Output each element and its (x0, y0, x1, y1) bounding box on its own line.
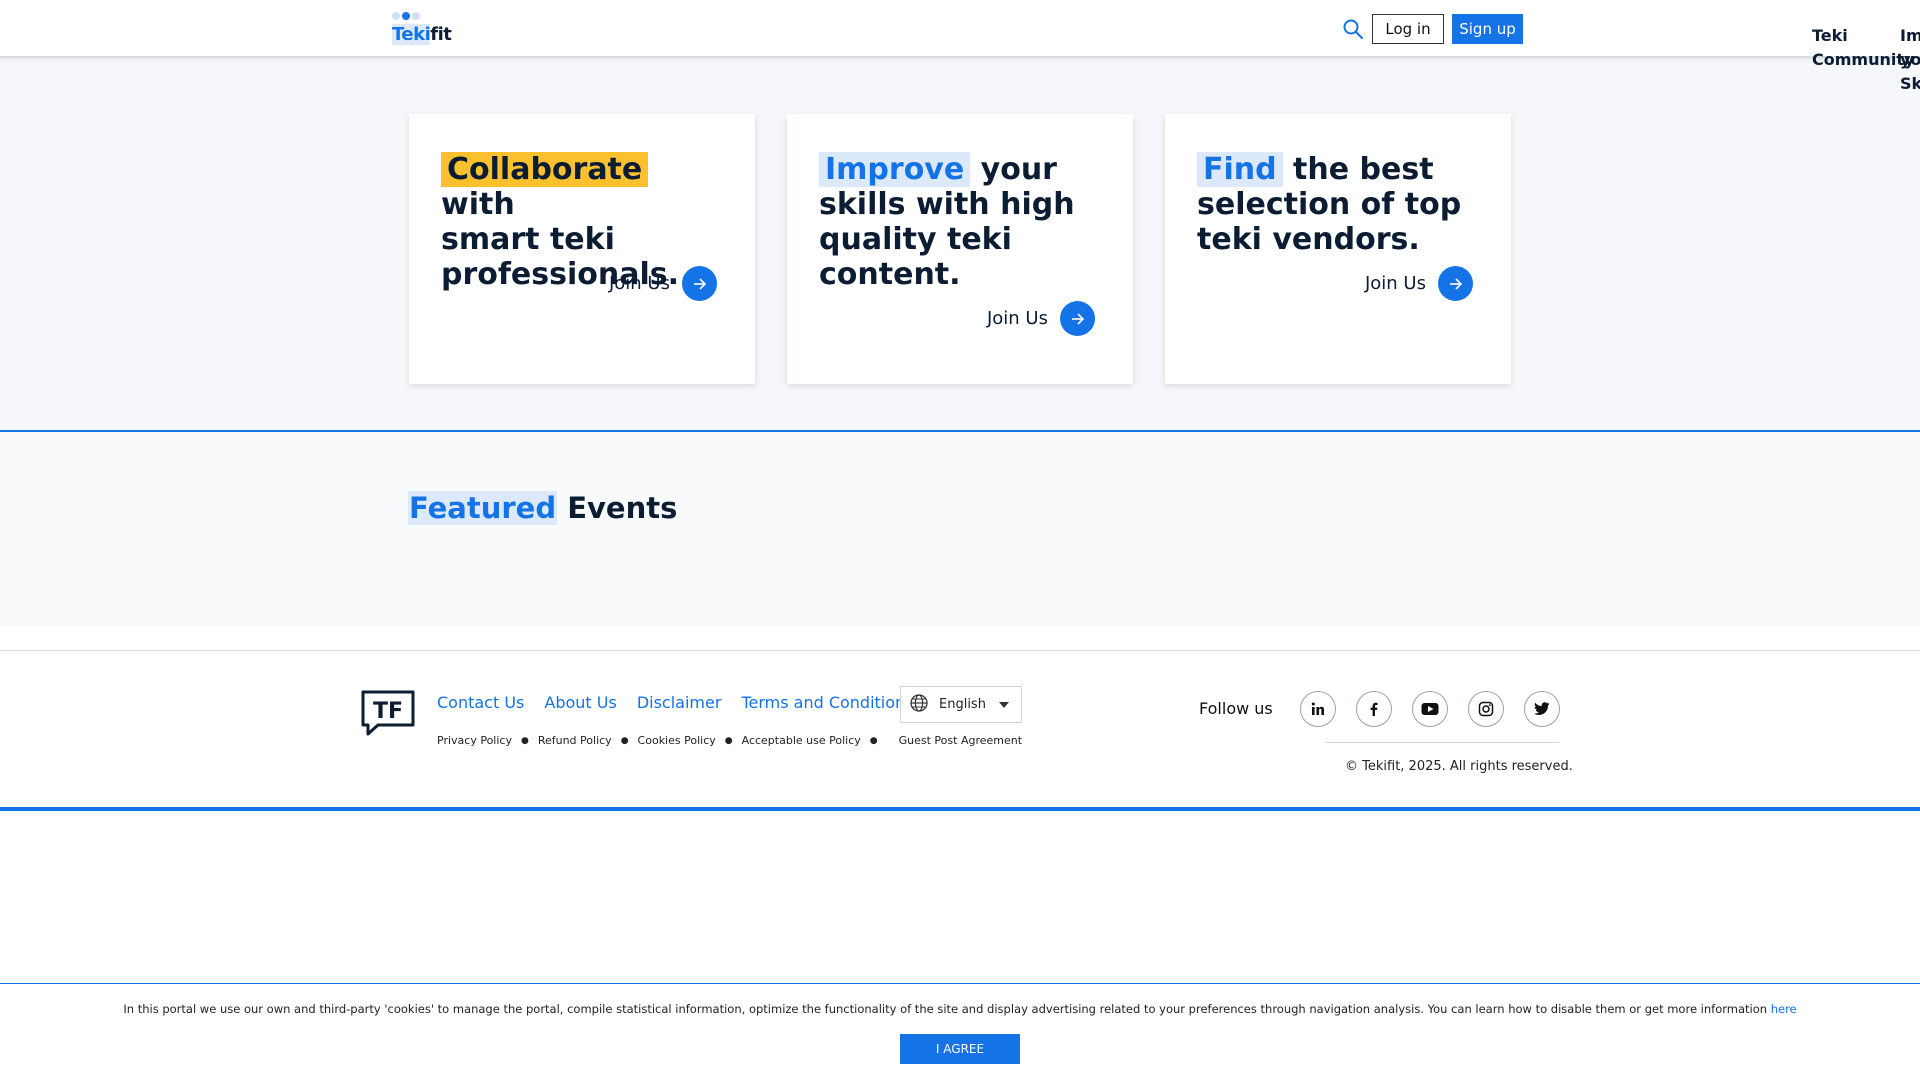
facebook-icon[interactable] (1356, 691, 1392, 727)
cookie-info-link[interactable]: here (1771, 1002, 1797, 1016)
privacy-policy-link[interactable]: Privacy Policy (437, 734, 512, 747)
footer-link-disclaimer[interactable]: Disclaimer (637, 693, 722, 712)
arrow-right-icon (682, 266, 717, 301)
language-label: English (939, 697, 986, 712)
join-us-button[interactable]: Join Us (1365, 266, 1473, 301)
i-agree-button[interactable]: I AGREE (900, 1034, 1020, 1064)
cookie-banner: In this portal we use our own and third-… (0, 983, 1920, 1080)
cookie-message: In this portal we use our own and third-… (123, 1002, 1797, 1016)
language-select[interactable]: English (900, 686, 1022, 723)
footer-link-contact-us[interactable]: Contact Us (437, 693, 524, 712)
card-title: Find the best selection of top teki vend… (1197, 152, 1462, 257)
social-links (1300, 691, 1560, 727)
tf-logo[interactable]: TF (360, 689, 416, 737)
nav-item-teki-community[interactable]: Teki Community (1812, 24, 1914, 72)
logo-wordmark: Tekifit (392, 24, 452, 45)
twitter-icon[interactable] (1524, 691, 1560, 727)
refund-policy-link[interactable]: Refund Policy (538, 734, 612, 747)
search-icon[interactable] (1342, 18, 1364, 40)
join-us-button[interactable]: Join Us (609, 266, 717, 301)
tf-logo-text: TF (373, 699, 403, 724)
globe-icon (909, 693, 929, 717)
arrow-right-icon (1060, 301, 1095, 336)
copyright-text: © Tekifit, 2025. All rights reserved. (1345, 759, 1573, 774)
policy-links: Privacy Policy ● Refund Policy ● Cookies… (437, 734, 1023, 747)
top-header: Tekifit Log in Sign up (0, 0, 1920, 58)
guest-post-agreement-link[interactable]: Guest Post Agreement (899, 734, 1022, 747)
linkedin-icon[interactable] (1300, 691, 1336, 727)
footer: TF Contact Us About Us Disclaimer Terms … (0, 651, 1920, 811)
footer-link-terms[interactable]: Terms and Conditions (741, 693, 913, 712)
featured-events-heading: Featured Events (408, 491, 678, 525)
signup-button[interactable]: Sign up (1452, 14, 1523, 44)
card-find: Find the best selection of top teki vend… (1165, 114, 1511, 384)
acceptable-use-policy-link[interactable]: Acceptable use Policy (742, 734, 861, 747)
login-button[interactable]: Log in (1372, 14, 1444, 44)
card-collaborate: Collaborate with smart teki professional… (409, 114, 755, 384)
arrow-right-icon (1438, 266, 1473, 301)
tekifit-logo[interactable]: Tekifit (392, 12, 462, 46)
youtube-icon[interactable] (1412, 691, 1448, 727)
nav-item-improve-skills[interactable]: Im yo Sk (1900, 24, 1920, 96)
follow-divider (1325, 742, 1559, 743)
caret-down-icon (999, 702, 1009, 708)
instagram-icon[interactable] (1468, 691, 1504, 727)
footer-nav: Contact Us About Us Disclaimer Terms and… (437, 693, 914, 712)
card-title: Improve your skills with high quality te… (819, 152, 1075, 292)
footer-link-about-us[interactable]: About Us (544, 693, 616, 712)
featured-events-section: Featured Events (0, 432, 1920, 626)
promo-cards-section: Collaborate with smart teki professional… (0, 58, 1920, 432)
join-us-button[interactable]: Join Us (987, 301, 1095, 336)
card-improve: Improve your skills with high quality te… (787, 114, 1133, 384)
follow-us-label: Follow us (1199, 699, 1273, 718)
cookies-policy-link[interactable]: Cookies Policy (638, 734, 716, 747)
